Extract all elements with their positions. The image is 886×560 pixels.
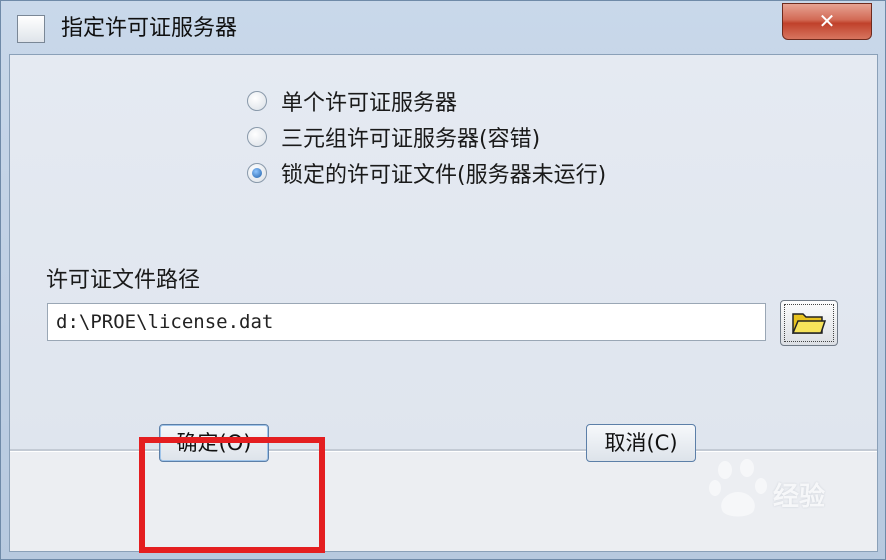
baidu-watermark: 经验 xyxy=(701,454,881,529)
radio-option-single-server[interactable]: 单个许可证服务器 xyxy=(247,86,457,116)
radio-button-checked[interactable] xyxy=(247,163,267,183)
license-path-label: 许可证文件路径 xyxy=(46,268,201,293)
radio-label: 单个许可证服务器 xyxy=(281,91,458,116)
watermark-text: 经验 xyxy=(773,482,826,512)
folder-icon xyxy=(792,313,826,334)
dialog-window: 指定许可证服务器 ✕ 单个许可证服务器 三元组许可证服务器(容错) 锁定的许可证… xyxy=(0,0,886,560)
options-panel: 单个许可证服务器 三元组许可证服务器(容错) 锁定的许可证文件(服务器未运行) … xyxy=(10,55,877,449)
close-button[interactable]: ✕ xyxy=(782,3,872,40)
browse-button[interactable] xyxy=(780,300,838,346)
cancel-button[interactable]: 取消(C) xyxy=(586,424,696,462)
radio-option-triad-server[interactable]: 三元组许可证服务器(容错) xyxy=(247,122,540,152)
radio-button[interactable] xyxy=(247,127,267,147)
radio-button[interactable] xyxy=(247,91,267,111)
radio-option-locked-file[interactable]: 锁定的许可证文件(服务器未运行) xyxy=(247,158,606,188)
license-path-input[interactable]: d:\PROE\license.dat xyxy=(47,303,766,341)
red-highlight-box xyxy=(139,437,325,553)
paw-logo-icon xyxy=(709,459,767,517)
radio-label: 三元组许可证服务器(容错) xyxy=(281,127,541,152)
radio-label: 锁定的许可证文件(服务器未运行) xyxy=(281,163,607,188)
title-bar[interactable]: 指定许可证服务器 ✕ xyxy=(1,1,885,53)
window-icon xyxy=(17,15,45,43)
window-title: 指定许可证服务器 xyxy=(61,16,238,41)
